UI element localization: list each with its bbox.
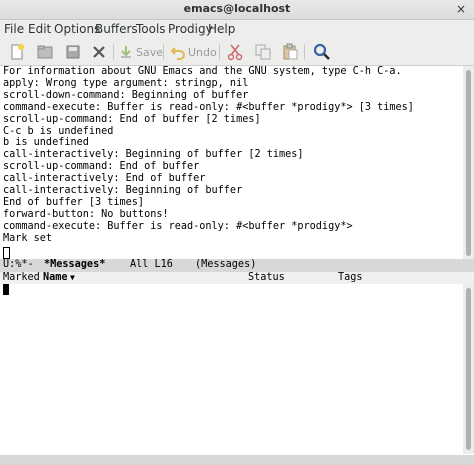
new-file-icon xyxy=(8,43,26,61)
message-line: apply: Wrong type argument: stringp, nil xyxy=(3,77,249,89)
paste-icon xyxy=(281,43,299,61)
undo-icon xyxy=(170,44,186,60)
message-line: C-c b is undefined xyxy=(3,125,114,137)
cut-icon xyxy=(227,43,243,61)
message-line: command-execute: Buffer is read-only: #<… xyxy=(3,101,414,113)
mode-line-buffer-name[interactable]: *Messages* xyxy=(44,259,105,270)
scrollbar-thumb[interactable] xyxy=(466,288,471,450)
prodigy-scrollbar[interactable] xyxy=(463,284,474,454)
copy-icon xyxy=(254,43,272,61)
message-line: For information about GNU Emacs and the … xyxy=(3,66,402,77)
prodigy-mode-line xyxy=(0,455,474,465)
open-file-button[interactable] xyxy=(36,42,54,62)
mode-line[interactable]: U:%*- *Messages* All L16 (Messages) xyxy=(0,259,474,272)
message-line: End of buffer [3 times] xyxy=(3,196,145,208)
undo-button[interactable]: Undo xyxy=(170,42,217,62)
search-button[interactable] xyxy=(313,42,331,62)
toolbar-separator xyxy=(113,44,114,60)
column-status[interactable]: Status xyxy=(248,272,285,283)
save-button[interactable]: Save xyxy=(118,42,163,62)
inactive-cursor xyxy=(3,247,10,259)
message-line: scroll-down-command: Beginning of buffer xyxy=(3,89,249,101)
column-name[interactable]: Name xyxy=(43,272,68,283)
mode-line-position: All L16 xyxy=(130,259,173,270)
message-line: call-interactively: End of buffer xyxy=(3,173,206,185)
close-buffer-icon xyxy=(91,44,107,60)
message-line: forward-button: No buttons! xyxy=(3,208,169,220)
messages-scrollbar[interactable] xyxy=(463,66,474,259)
messages-buffer[interactable]: For information about GNU Emacs and the … xyxy=(0,66,463,259)
save-buffer-button[interactable] xyxy=(64,42,82,62)
save-label: Save xyxy=(136,45,164,59)
column-tags[interactable]: Tags xyxy=(338,272,363,283)
paste-button[interactable] xyxy=(281,42,299,62)
message-line: b is undefined xyxy=(3,137,89,149)
window-titlebar[interactable]: emacs@localhost × xyxy=(0,0,474,20)
close-buffer-button[interactable] xyxy=(91,42,107,62)
message-line: scroll-up-command: End of buffer [2 time… xyxy=(3,113,261,125)
cut-button[interactable] xyxy=(227,42,243,62)
text-cursor xyxy=(3,284,9,295)
toolbar-separator xyxy=(304,44,305,60)
menu-file[interactable]: File xyxy=(4,22,24,36)
menu-options[interactable]: Options xyxy=(54,22,100,36)
undo-label: Undo xyxy=(188,45,217,59)
copy-button[interactable] xyxy=(254,42,272,62)
message-line: call-interactively: Beginning of buffer xyxy=(3,185,243,196)
menu-help[interactable]: Help xyxy=(208,22,235,36)
save-icon xyxy=(118,44,134,60)
menu-bar: File Edit Options Buffers Tools Prodigy … xyxy=(0,20,474,39)
scrollbar-thumb[interactable] xyxy=(466,70,471,256)
prodigy-header-line: Marked Name ▼ Status Tags xyxy=(0,272,474,284)
column-marked[interactable]: Marked xyxy=(3,272,40,283)
sort-descending-icon: ▼ xyxy=(70,273,75,282)
window-close-button[interactable]: × xyxy=(456,2,466,16)
menu-prodigy[interactable]: Prodigy xyxy=(168,22,213,36)
toolbar-separator xyxy=(163,44,164,60)
search-icon xyxy=(313,43,331,61)
prodigy-buffer[interactable] xyxy=(0,284,463,454)
mode-line-status: U:%*- xyxy=(3,259,34,270)
mode-line-major-mode[interactable]: (Messages) xyxy=(195,259,256,270)
open-folder-icon xyxy=(36,43,54,61)
menu-edit[interactable]: Edit xyxy=(28,22,51,36)
toolbar-separator xyxy=(219,44,220,60)
window-title: emacs@localhost xyxy=(183,2,291,15)
new-file-button[interactable] xyxy=(8,42,26,62)
message-line: command-execute: Buffer is read-only: #<… xyxy=(3,220,353,232)
save-disk-icon xyxy=(64,43,82,61)
message-line: scroll-up-command: End of buffer xyxy=(3,161,200,173)
menu-tools[interactable]: Tools xyxy=(136,22,166,36)
message-line: call-interactively: Beginning of buffer … xyxy=(3,149,304,161)
menu-buffers[interactable]: Buffers xyxy=(95,22,138,36)
message-line: Mark set xyxy=(3,232,53,244)
tool-bar: Save Undo xyxy=(0,39,474,66)
